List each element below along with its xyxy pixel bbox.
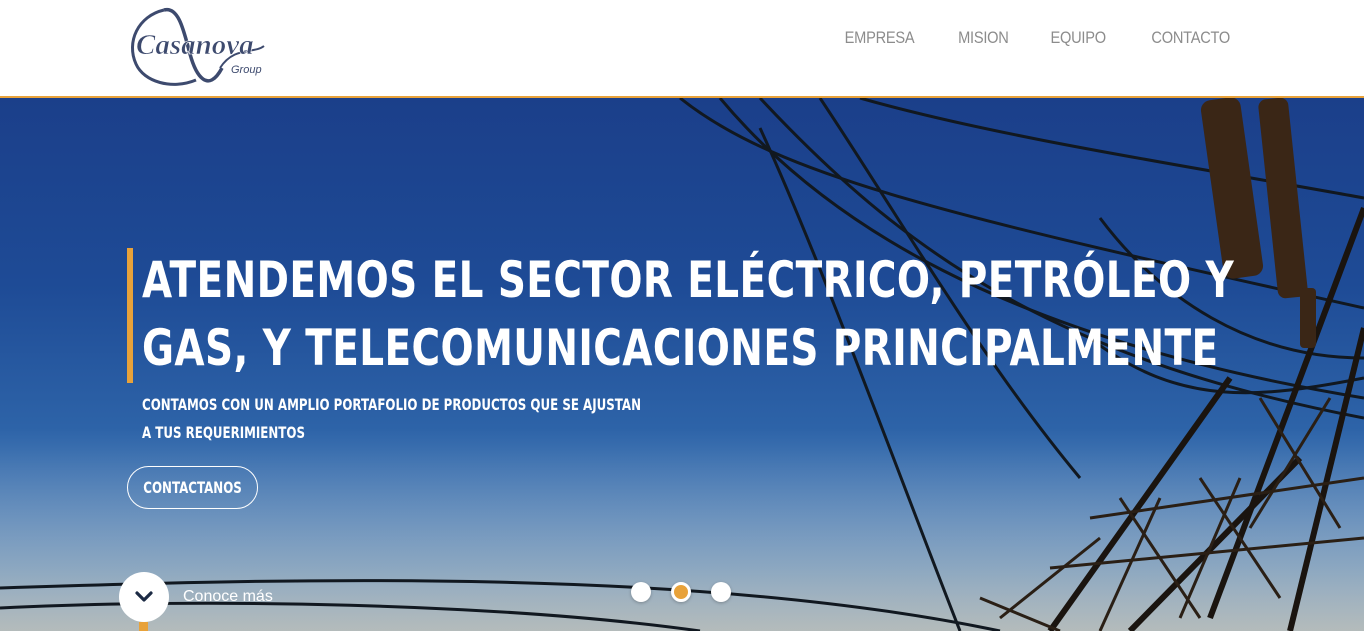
hero-headline-line-2: GAS, Y TELECOMUNICACIONES PRINCIPALMENTE [142,319,1219,377]
site-header: Casanova Group EMPRESA MISION EQUIPO CON… [0,0,1364,98]
conoce-mas-link[interactable]: Conoce más [119,572,273,622]
slide-dot-2[interactable] [671,582,691,602]
hero-headline-line-1: ATENDEMOS EL SECTOR ELÉCTRICO, PETRÓLEO … [142,251,1235,309]
slide-dot-3[interactable] [711,582,731,602]
headline-accent-bar [127,248,133,383]
conoce-mas-label: Conoce más [183,588,273,605]
casanova-logo[interactable]: Casanova Group [124,2,270,94]
scroll-down-button[interactable] [119,572,169,622]
nav-contacto[interactable]: CONTACTO [1151,28,1230,48]
main-nav: EMPRESA MISION EQUIPO CONTACTO [839,28,1236,48]
nav-equipo[interactable]: EQUIPO [1051,28,1107,48]
hero-slider: ATENDEMOS EL SECTOR ELÉCTRICO, PETRÓLEO … [0,98,1364,631]
nav-mision[interactable]: MISION [958,28,1009,48]
slide-dot-1[interactable] [631,582,651,602]
contactanos-button-label: CONTACTANOS [143,478,242,497]
casanova-logo-mark: Casanova Group [131,7,265,86]
chevron-down-icon [135,591,153,602]
hero-subtitle-line-1: CONTAMOS CON UN AMPLIO PORTAFOLIO DE PRO… [142,395,642,414]
slider-pagination [631,582,731,602]
hero-subtitle-line-2: A TUS REQUERIMIENTOS [142,423,305,442]
hero-subtitle: CONTAMOS CON UN AMPLIO PORTAFOLIO DE PRO… [142,391,641,447]
nav-empresa[interactable]: EMPRESA [844,28,914,48]
svg-text:Casanova: Casanova [136,29,254,61]
svg-text:Group: Group [231,64,262,76]
hero-headline: ATENDEMOS EL SECTOR ELÉCTRICO, PETRÓLEO … [142,246,1235,382]
scroll-indicator-stem [139,622,148,631]
contactanos-button[interactable]: CONTACTANOS [127,466,258,509]
